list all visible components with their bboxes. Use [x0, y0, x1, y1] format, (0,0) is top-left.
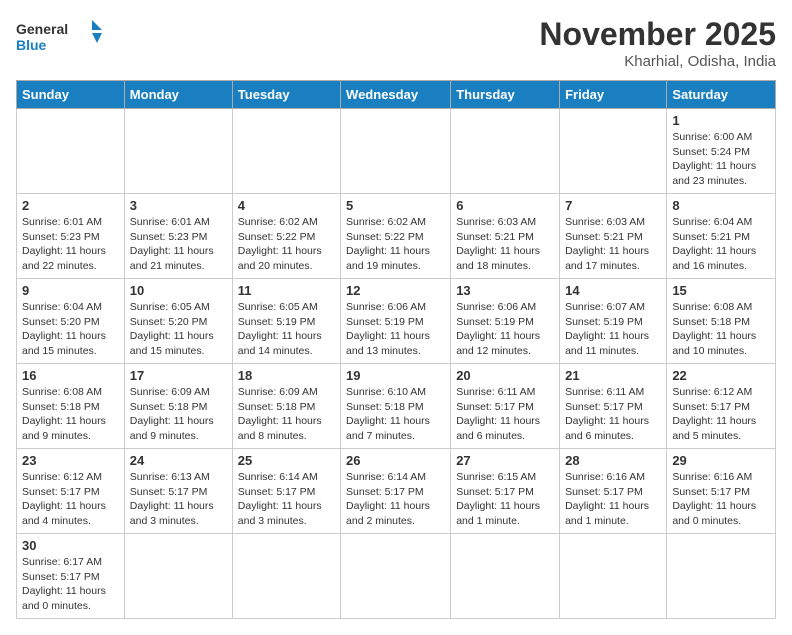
- empty-cell: [341, 109, 451, 194]
- logo: General Blue: [16, 16, 106, 56]
- calendar-table: Sunday Monday Tuesday Wednesday Thursday…: [16, 80, 776, 619]
- day-13: 13 Sunrise: 6:06 AM Sunset: 5:19 PM Dayl…: [451, 279, 560, 364]
- day-5: 5 Sunrise: 6:02 AM Sunset: 5:22 PM Dayli…: [341, 194, 451, 279]
- calendar-row-1: 1 Sunrise: 6:00 AM Sunset: 5:24 PM Dayli…: [17, 109, 776, 194]
- month-title: November 2025: [539, 16, 776, 53]
- day-6: 6 Sunrise: 6:03 AM Sunset: 5:21 PM Dayli…: [451, 194, 560, 279]
- day-21: 21 Sunrise: 6:11 AM Sunset: 5:17 PM Dayl…: [560, 364, 667, 449]
- header-friday: Friday: [560, 81, 667, 109]
- day-18: 18 Sunrise: 6:09 AM Sunset: 5:18 PM Dayl…: [232, 364, 340, 449]
- day-14: 14 Sunrise: 6:07 AM Sunset: 5:19 PM Dayl…: [560, 279, 667, 364]
- day-28: 28 Sunrise: 6:16 AM Sunset: 5:17 PM Dayl…: [560, 449, 667, 534]
- day-2: 2 Sunrise: 6:01 AM Sunset: 5:23 PM Dayli…: [17, 194, 125, 279]
- day-23: 23 Sunrise: 6:12 AM Sunset: 5:17 PM Dayl…: [17, 449, 125, 534]
- day-3: 3 Sunrise: 6:01 AM Sunset: 5:23 PM Dayli…: [124, 194, 232, 279]
- page-header: General Blue November 2025 Kharhial, Odi…: [16, 16, 776, 70]
- header-tuesday: Tuesday: [232, 81, 340, 109]
- empty-cell: [560, 109, 667, 194]
- calendar-row-2: 2 Sunrise: 6:01 AM Sunset: 5:23 PM Dayli…: [17, 194, 776, 279]
- header-thursday: Thursday: [451, 81, 560, 109]
- day-27: 27 Sunrise: 6:15 AM Sunset: 5:17 PM Dayl…: [451, 449, 560, 534]
- location: Kharhial, Odisha, India: [539, 53, 776, 70]
- header-monday: Monday: [124, 81, 232, 109]
- empty-cell: [451, 109, 560, 194]
- day-11: 11 Sunrise: 6:05 AM Sunset: 5:19 PM Dayl…: [232, 279, 340, 364]
- empty-cell: [341, 534, 451, 619]
- svg-text:Blue: Blue: [16, 37, 47, 53]
- day-15: 15 Sunrise: 6:08 AM Sunset: 5:18 PM Dayl…: [667, 279, 776, 364]
- day-16: 16 Sunrise: 6:08 AM Sunset: 5:18 PM Dayl…: [17, 364, 125, 449]
- empty-cell: [232, 534, 340, 619]
- svg-text:General: General: [16, 21, 68, 37]
- empty-cell: [124, 534, 232, 619]
- empty-cell: [232, 109, 340, 194]
- empty-cell: [451, 534, 560, 619]
- calendar-row-3: 9 Sunrise: 6:04 AM Sunset: 5:20 PM Dayli…: [17, 279, 776, 364]
- empty-cell: [667, 534, 776, 619]
- day-24: 24 Sunrise: 6:13 AM Sunset: 5:17 PM Dayl…: [124, 449, 232, 534]
- day-22: 22 Sunrise: 6:12 AM Sunset: 5:17 PM Dayl…: [667, 364, 776, 449]
- day-26: 26 Sunrise: 6:14 AM Sunset: 5:17 PM Dayl…: [341, 449, 451, 534]
- day-10: 10 Sunrise: 6:05 AM Sunset: 5:20 PM Dayl…: [124, 279, 232, 364]
- day-4: 4 Sunrise: 6:02 AM Sunset: 5:22 PM Dayli…: [232, 194, 340, 279]
- weekday-header-row: Sunday Monday Tuesday Wednesday Thursday…: [17, 81, 776, 109]
- day-30: 30 Sunrise: 6:17 AM Sunset: 5:17 PM Dayl…: [17, 534, 125, 619]
- day-17: 17 Sunrise: 6:09 AM Sunset: 5:18 PM Dayl…: [124, 364, 232, 449]
- day-20: 20 Sunrise: 6:11 AM Sunset: 5:17 PM Dayl…: [451, 364, 560, 449]
- title-block: November 2025 Kharhial, Odisha, India: [539, 16, 776, 70]
- header-saturday: Saturday: [667, 81, 776, 109]
- day-29: 29 Sunrise: 6:16 AM Sunset: 5:17 PM Dayl…: [667, 449, 776, 534]
- empty-cell: [560, 534, 667, 619]
- calendar-row-5: 23 Sunrise: 6:12 AM Sunset: 5:17 PM Dayl…: [17, 449, 776, 534]
- day-8: 8 Sunrise: 6:04 AM Sunset: 5:21 PM Dayli…: [667, 194, 776, 279]
- day-7: 7 Sunrise: 6:03 AM Sunset: 5:21 PM Dayli…: [560, 194, 667, 279]
- empty-cell: [124, 109, 232, 194]
- calendar-row-6: 30 Sunrise: 6:17 AM Sunset: 5:17 PM Dayl…: [17, 534, 776, 619]
- header-sunday: Sunday: [17, 81, 125, 109]
- header-wednesday: Wednesday: [341, 81, 451, 109]
- calendar-row-4: 16 Sunrise: 6:08 AM Sunset: 5:18 PM Dayl…: [17, 364, 776, 449]
- logo-svg: General Blue: [16, 16, 106, 56]
- day-25: 25 Sunrise: 6:14 AM Sunset: 5:17 PM Dayl…: [232, 449, 340, 534]
- day-9: 9 Sunrise: 6:04 AM Sunset: 5:20 PM Dayli…: [17, 279, 125, 364]
- day-1: 1 Sunrise: 6:00 AM Sunset: 5:24 PM Dayli…: [667, 109, 776, 194]
- day-12: 12 Sunrise: 6:06 AM Sunset: 5:19 PM Dayl…: [341, 279, 451, 364]
- empty-cell: [17, 109, 125, 194]
- day-19: 19 Sunrise: 6:10 AM Sunset: 5:18 PM Dayl…: [341, 364, 451, 449]
